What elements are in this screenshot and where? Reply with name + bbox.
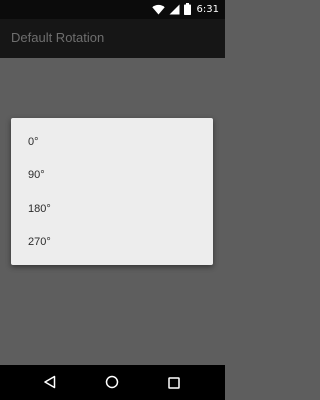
app-title: Default Rotation	[11, 30, 105, 45]
status-icons: 6:31	[151, 0, 219, 19]
option-90-degrees[interactable]: 90°	[11, 159, 213, 193]
wifi-icon	[151, 0, 165, 19]
option-label: 180°	[28, 202, 51, 215]
signal-icon	[169, 0, 180, 19]
option-180-degrees[interactable]: 180°	[11, 192, 213, 226]
battery-icon	[183, 0, 191, 19]
status-bar: 6:31	[0, 0, 225, 19]
back-icon	[43, 374, 57, 393]
status-time: 6:31	[196, 3, 219, 15]
recents-button[interactable]	[164, 373, 184, 393]
back-button[interactable]	[40, 373, 60, 393]
option-270-degrees[interactable]: 270°	[11, 226, 213, 260]
option-0-degrees[interactable]: 0°	[11, 125, 213, 159]
option-label: 0°	[28, 135, 39, 148]
navigation-bar	[0, 365, 225, 400]
app-bar: Default Rotation	[0, 19, 225, 58]
recents-icon	[168, 374, 180, 393]
rotation-dialog: 0° 90° 180° 270°	[11, 118, 213, 265]
home-icon	[105, 374, 119, 393]
option-label: 270°	[28, 236, 51, 249]
home-button[interactable]	[102, 373, 122, 393]
option-label: 90°	[28, 169, 45, 182]
